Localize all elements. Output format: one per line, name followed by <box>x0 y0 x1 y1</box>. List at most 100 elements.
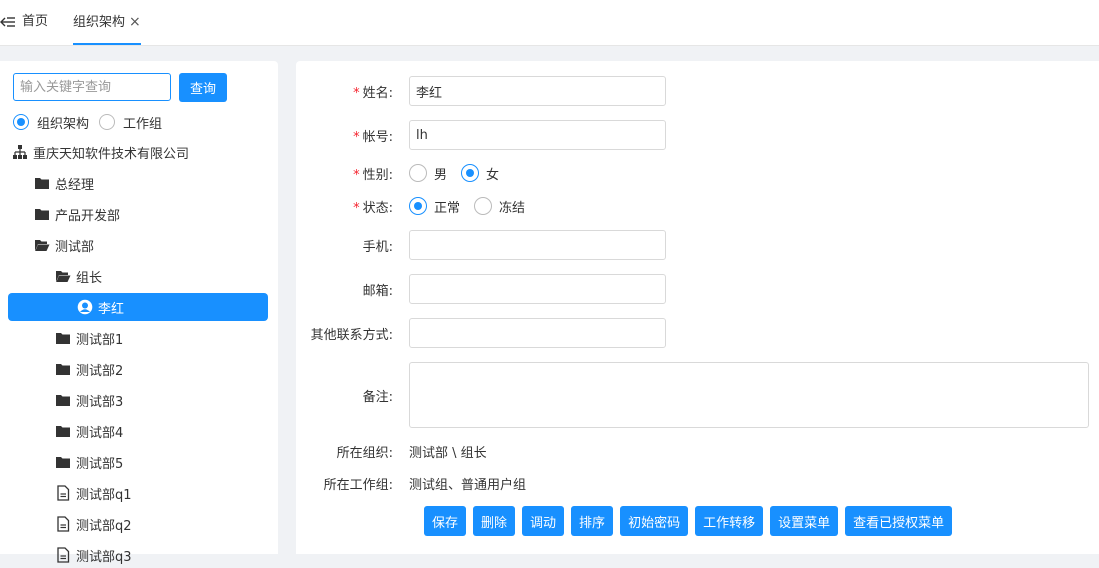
file-icon <box>55 516 71 532</box>
org-info-row: 所在组织: 测试部 \ 组长 <box>296 441 487 461</box>
tree-node-test-dept-1[interactable]: 测试部1 <box>55 325 123 351</box>
tree-node-label: 测试部 <box>55 239 95 255</box>
tree-node-label: 组长 <box>76 270 103 286</box>
gender-male-option[interactable]: 男 <box>409 164 447 183</box>
status-row: * 状态: 正常 冻结 <box>296 196 539 216</box>
tab-home[interactable]: 首页 <box>22 0 48 45</box>
tree-node-test-dept-2[interactable]: 测试部2 <box>55 356 123 382</box>
save-button[interactable]: 保存 <box>424 506 467 536</box>
workgroup-info-label: 所在工作组: <box>323 477 393 493</box>
tree-node-test-dept-4[interactable]: 测试部4 <box>55 418 123 444</box>
phone-row: 手机: <box>296 230 666 260</box>
tree-node-label: 测试部q2 <box>76 518 132 534</box>
tree-node-team-lead[interactable]: 组长 <box>55 263 102 289</box>
search-input[interactable] <box>13 73 171 101</box>
status-normal-radio[interactable] <box>409 197 427 215</box>
radio-workgroup[interactable] <box>99 114 116 130</box>
tree-node-company[interactable]: 重庆天知软件技术有限公司 <box>12 139 189 165</box>
folder-icon <box>55 392 71 408</box>
tree-node-test-dept[interactable]: 测试部 <box>34 232 94 258</box>
init-password-button[interactable]: 初始密码 <box>620 506 689 536</box>
remark-textarea[interactable] <box>409 362 1089 428</box>
status-label-text: 状态: <box>362 200 393 216</box>
tree-node-test-dept-5[interactable]: 测试部5 <box>55 449 123 475</box>
remark-label: 备注: <box>362 389 393 405</box>
search-button[interactable]: 查询 <box>179 73 227 102</box>
tree-node-product-dev[interactable]: 产品开发部 <box>34 201 120 227</box>
close-icon[interactable]: × <box>129 0 141 44</box>
tree-node-label: 产品开发部 <box>55 208 121 224</box>
radio-org-structure[interactable] <box>13 114 29 130</box>
gender-female-label: 女 <box>486 167 500 183</box>
tab-org-label: 组织架构 <box>73 15 126 30</box>
file-icon <box>55 547 71 563</box>
tree-mode-radio-group: 组织架构 工作组 <box>13 112 172 132</box>
status-frozen-radio[interactable] <box>474 197 493 215</box>
other-contact-label: 其他联系方式: <box>310 327 393 343</box>
status-normal-option[interactable]: 正常 <box>409 197 460 216</box>
radio-workgroup-label: 工作组 <box>123 116 163 132</box>
other-contact-input[interactable] <box>409 318 666 348</box>
gender-label: * 性别: <box>296 164 409 183</box>
gender-male-radio[interactable] <box>409 164 427 182</box>
org-info-value: 测试部 \ 组长 <box>409 445 487 461</box>
gender-male-label: 男 <box>434 167 448 183</box>
phone-input[interactable] <box>409 230 666 260</box>
folder-icon <box>55 330 71 346</box>
tree-node-general-manager[interactable]: 总经理 <box>34 170 94 196</box>
tree-node-label: 重庆天知软件技术有限公司 <box>33 146 190 162</box>
org-tree-panel: 查询 组织架构 工作组 重庆天知软件技术有限公司 总经理 产品开发部 测试部 组… <box>0 61 278 565</box>
gender-female-radio[interactable] <box>461 164 480 182</box>
tree-node-test-dept-q1[interactable]: 测试部q1 <box>55 480 132 506</box>
action-buttons: 保存 删除 调动 排序 初始密码 工作转移 设置菜单 查看已授权菜单 <box>424 506 959 536</box>
tab-bar: 首页 组织架构 × <box>0 0 1099 46</box>
tree-node-test-dept-q2[interactable]: 测试部q2 <box>55 511 132 537</box>
name-row: * 姓名: <box>296 76 666 106</box>
tree-node-label: 李红 <box>98 301 125 317</box>
folder-icon <box>55 454 71 470</box>
name-input[interactable] <box>409 76 666 106</box>
tree-node-test-dept-3[interactable]: 测试部3 <box>55 387 123 413</box>
set-menu-button[interactable]: 设置菜单 <box>770 506 839 536</box>
collapse-menu-icon[interactable] <box>0 14 16 30</box>
status-label: * 状态: <box>296 197 409 216</box>
email-label: 邮箱: <box>362 283 393 299</box>
folder-icon <box>55 423 71 439</box>
tree-node-user-lihong[interactable]: 李红 <box>8 293 268 321</box>
user-detail-form: *姓名: *帐号: *性别: 男 女 *状态: 正常 冻结 手机: 邮箱: 其他… <box>296 61 1099 554</box>
remark-row: 备注: <box>296 362 1089 428</box>
delete-button[interactable]: 删除 <box>473 506 516 536</box>
user-icon <box>77 299 93 315</box>
file-icon <box>55 485 71 501</box>
sort-button[interactable]: 排序 <box>571 506 614 536</box>
phone-label: 手机: <box>362 239 393 255</box>
gender-female-option[interactable]: 女 <box>461 164 499 183</box>
tree-node-label: 测试部1 <box>76 332 124 348</box>
other-contact-row: 其他联系方式: <box>296 318 666 348</box>
tree-node-test-dept-q3[interactable]: 测试部q3 <box>55 542 132 568</box>
view-authorized-menu-button[interactable]: 查看已授权菜单 <box>845 506 953 536</box>
tree-node-label: 总经理 <box>55 177 95 193</box>
name-label-text: 姓名: <box>362 85 393 101</box>
required-mark: * <box>353 200 360 216</box>
work-transfer-button[interactable]: 工作转移 <box>695 506 764 536</box>
tree-node-label: 测试部q1 <box>76 487 132 503</box>
account-label-text: 帐号: <box>362 129 393 145</box>
folder-icon <box>34 175 50 191</box>
status-frozen-option[interactable]: 冻结 <box>474 197 525 216</box>
status-frozen-label: 冻结 <box>499 200 526 216</box>
required-mark: * <box>353 129 360 145</box>
required-mark: * <box>353 85 360 101</box>
org-chart-icon <box>12 144 28 160</box>
org-info-label: 所在组织: <box>336 445 393 461</box>
folder-icon <box>34 206 50 222</box>
tree-node-label: 测试部4 <box>76 425 124 441</box>
name-label: * 姓名: <box>296 82 409 101</box>
tab-org-structure[interactable]: 组织架构 × <box>73 0 141 45</box>
account-row: * 帐号: <box>296 120 666 150</box>
email-input[interactable] <box>409 274 666 304</box>
account-input[interactable] <box>409 120 666 150</box>
transfer-button[interactable]: 调动 <box>522 506 565 536</box>
workgroup-info-row: 所在工作组: 测试组、普通用户组 <box>296 473 526 493</box>
tab-home-label: 首页 <box>22 14 49 29</box>
